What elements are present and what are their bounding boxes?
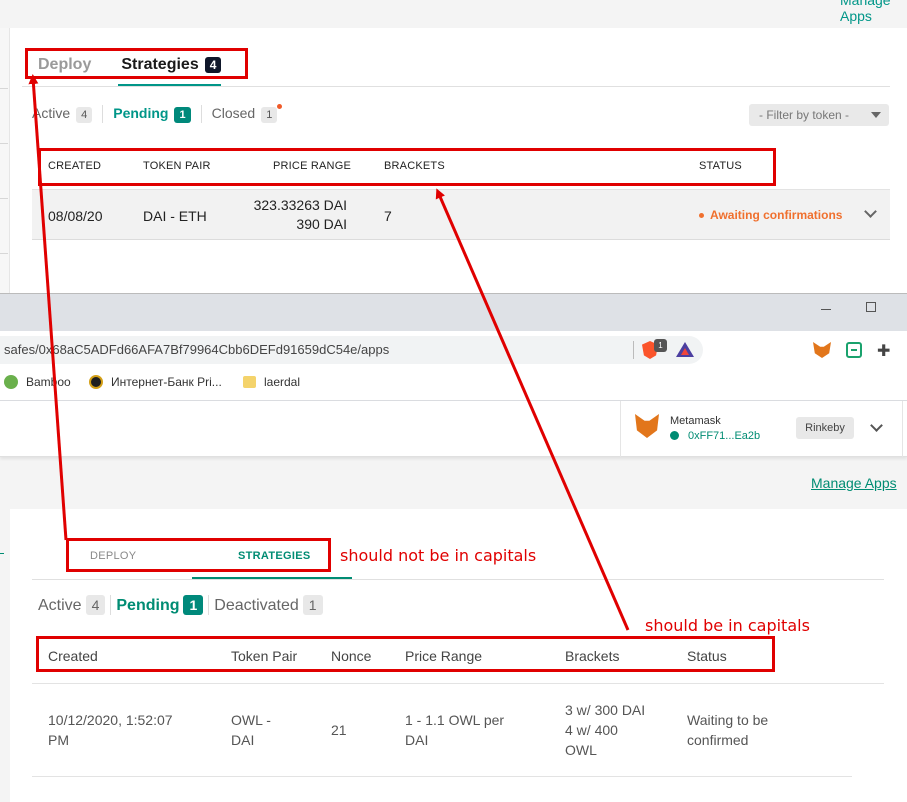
annotation-arrow-columns [435, 188, 630, 631]
annotation-arrows [28, 74, 630, 631]
annotation-arrow-tabs [28, 74, 68, 541]
